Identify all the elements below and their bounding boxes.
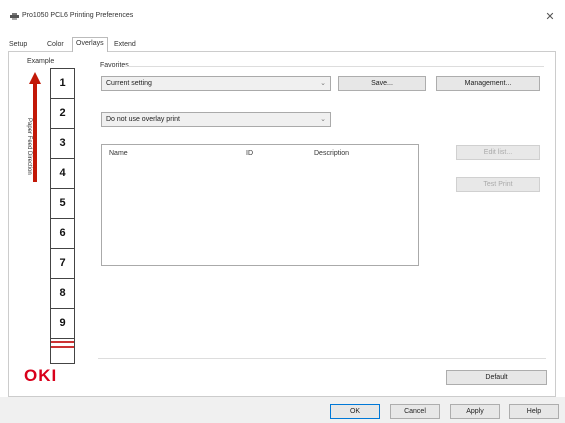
edit-list-button[interactable]: Edit list... [456,145,540,160]
column-name: Name [109,150,128,157]
window-title: Pro1050 PCL6 Printing Preferences [22,12,134,19]
test-print-button[interactable]: Test Print [456,177,540,192]
save-button[interactable]: Save... [338,76,426,91]
tab-bar: Setup Color Overlays Extend [0,37,565,52]
page-number: 5 [51,189,74,219]
column-id: ID [246,150,253,157]
chevron-down-icon: ⌄ [320,116,326,123]
default-button[interactable]: Default [446,370,547,385]
strip-divider [51,346,74,348]
favorites-divider [124,66,544,67]
overlay-list[interactable]: Name ID Description [101,144,419,266]
example-label: Example [27,58,55,65]
title-bar: Pro1050 PCL6 Printing Preferences ✕ [0,0,565,30]
section-divider [98,358,546,359]
favorites-select[interactable]: Current setting ⌄ [101,76,331,91]
close-icon: ✕ [545,11,555,23]
ok-button[interactable]: OK [330,404,380,419]
page-number: 4 [51,159,74,189]
page-number: 1 [51,69,74,99]
cancel-button[interactable]: Cancel [390,404,440,419]
management-button[interactable]: Management... [436,76,540,91]
tab-overlays[interactable]: Overlays [72,37,108,52]
oki-logo: OKI [24,366,58,385]
help-button[interactable]: Help [509,404,559,419]
feed-direction-label: Paper Feed Direction [26,118,32,175]
page-number: 7 [51,249,74,279]
page-number: 3 [51,129,74,159]
paper-preview: 1 2 3 4 5 6 7 8 9 [50,68,75,364]
page-number: 8 [51,279,74,309]
strip-divider [51,341,74,343]
overlay-select[interactable]: Do not use overlay print ⌄ [101,112,331,127]
close-button[interactable]: ✕ [541,8,559,26]
printer-icon [10,13,19,20]
column-description: Description [314,150,350,157]
page-number: 9 [51,309,74,339]
overlay-selected: Do not use overlay print [106,116,180,123]
apply-button[interactable]: Apply [450,404,500,419]
chevron-down-icon: ⌄ [320,80,326,87]
page-number: 2 [51,99,74,129]
page-number: 6 [51,219,74,249]
favorites-selected: Current setting [106,80,152,87]
